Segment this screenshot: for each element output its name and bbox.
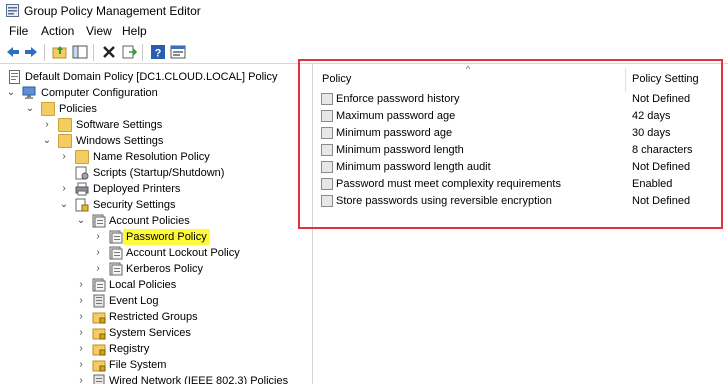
chevron-right-icon[interactable]: ›: [76, 341, 86, 357]
menu-view[interactable]: View: [86, 24, 112, 38]
delete-icon[interactable]: [101, 44, 117, 60]
column-header-policy[interactable]: Policy: [322, 71, 351, 87]
locked-folder-icon: [92, 328, 106, 340]
chevron-right-icon[interactable]: ›: [76, 309, 86, 325]
up-folder-icon[interactable]: [52, 44, 68, 60]
policy-stack-icon: [92, 214, 106, 228]
chevron-right-icon[interactable]: ›: [59, 181, 69, 197]
chevron-right-icon[interactable]: ›: [59, 149, 69, 165]
policy-name: Password must meet complexity requiremen…: [336, 178, 561, 190]
policy-setting: 8 characters: [632, 144, 693, 156]
policy-name: Minimum password age: [336, 127, 453, 139]
chevron-right-icon[interactable]: ›: [93, 261, 103, 277]
policy-item-icon: [321, 178, 333, 190]
chevron-right-icon[interactable]: ›: [93, 245, 103, 261]
locked-folder-icon: [92, 344, 106, 356]
table-row[interactable]: Minimum password age 30 days: [313, 125, 728, 142]
security-settings-icon: [75, 198, 89, 212]
toolbar-separator: [142, 44, 143, 61]
locked-folder-icon: [92, 312, 106, 324]
policy-stack-icon: [109, 262, 123, 276]
policy-setting: Not Defined: [632, 161, 691, 173]
folder-icon: [58, 134, 72, 148]
window-title: Group Policy Management Editor: [24, 4, 201, 18]
policy-name: Enforce password history: [336, 93, 460, 105]
scripts-icon: [75, 166, 89, 180]
table-row[interactable]: Store passwords using reversible encrypt…: [313, 193, 728, 210]
properties-icon[interactable]: [170, 44, 186, 60]
policy-name: Minimum password length: [336, 144, 464, 156]
chevron-right-icon[interactable]: ›: [76, 293, 86, 309]
forward-arrow-icon[interactable]: [23, 44, 39, 60]
toolbar-separator: [93, 44, 94, 61]
help-icon[interactable]: ?: [150, 44, 166, 60]
folder-icon: [41, 102, 55, 116]
policy-item-icon: [321, 144, 333, 156]
chevron-right-icon[interactable]: ›: [76, 277, 86, 293]
policy-document-icon: [9, 70, 20, 84]
svg-text:?: ?: [155, 48, 162, 60]
table-row[interactable]: Enforce password history Not Defined: [313, 91, 728, 108]
chevron-down-icon[interactable]: ⌄: [42, 133, 52, 149]
policy-stack-icon: [109, 230, 123, 244]
folder-icon: [58, 118, 72, 132]
policy-item-icon: [321, 195, 333, 207]
details-pane[interactable]: Policy Policy Setting Enforce password h…: [313, 64, 728, 384]
back-arrow-icon[interactable]: [5, 44, 21, 60]
policy-setting: Not Defined: [632, 93, 691, 105]
menu-file[interactable]: File: [9, 24, 28, 38]
toolbar-separator: [44, 44, 45, 61]
policy-item-icon: [321, 93, 333, 105]
policy-setting: 42 days: [632, 110, 671, 122]
chevron-down-icon[interactable]: ⌄: [6, 85, 16, 101]
chevron-right-icon[interactable]: ›: [93, 229, 103, 245]
policy-name: Store passwords using reversible encrypt…: [336, 195, 552, 207]
chevron-right-icon[interactable]: ›: [76, 325, 86, 341]
chevron-right-icon[interactable]: ›: [42, 117, 52, 133]
export-icon[interactable]: [121, 44, 137, 60]
policy-setting: Enabled: [632, 178, 673, 190]
chevron-right-icon[interactable]: ›: [76, 357, 86, 373]
show-hide-tree-icon[interactable]: [72, 44, 88, 60]
policy-setting: Not Defined: [632, 195, 691, 207]
table-row[interactable]: Maximum password age 42 days: [313, 108, 728, 125]
chevron-down-icon[interactable]: ⌄: [59, 197, 69, 213]
policy-item-icon: [321, 127, 333, 139]
table-row[interactable]: Minimum password length audit Not Define…: [313, 159, 728, 176]
locked-folder-icon: [92, 360, 106, 372]
title-bar: Group Policy Management Editor: [0, 0, 728, 22]
chevron-down-icon[interactable]: ⌄: [76, 213, 86, 229]
policy-item-icon: [321, 110, 333, 122]
policy-name: Minimum password length audit: [336, 161, 491, 173]
folder-icon: [75, 150, 89, 164]
computer-icon: [22, 86, 36, 99]
printer-icon: [75, 182, 89, 196]
table-row[interactable]: Minimum password length 8 characters: [313, 142, 728, 159]
menu-action[interactable]: Action: [41, 24, 74, 38]
policy-item-icon: [321, 161, 333, 173]
policy-stack-icon: [92, 278, 106, 292]
column-header-policy-setting[interactable]: Policy Setting: [632, 71, 699, 87]
tree-pane[interactable]: Default Domain Policy [DC1.CLOUD.LOCAL] …: [0, 64, 313, 384]
event-log-icon: [93, 294, 105, 308]
table-row[interactable]: Password must meet complexity requiremen…: [313, 176, 728, 193]
menu-bar: File Action View Help: [0, 22, 728, 41]
chevron-down-icon[interactable]: ⌄: [25, 101, 35, 117]
menu-help[interactable]: Help: [122, 24, 147, 38]
policy-stack-icon: [109, 246, 123, 260]
policy-setting: 30 days: [632, 127, 671, 139]
policy-name: Maximum password age: [336, 110, 456, 122]
chevron-right-icon[interactable]: ›: [76, 373, 86, 384]
group-policy-app-icon: [6, 4, 19, 17]
network-policy-icon: [93, 374, 105, 384]
toolbar: ?: [0, 41, 728, 64]
